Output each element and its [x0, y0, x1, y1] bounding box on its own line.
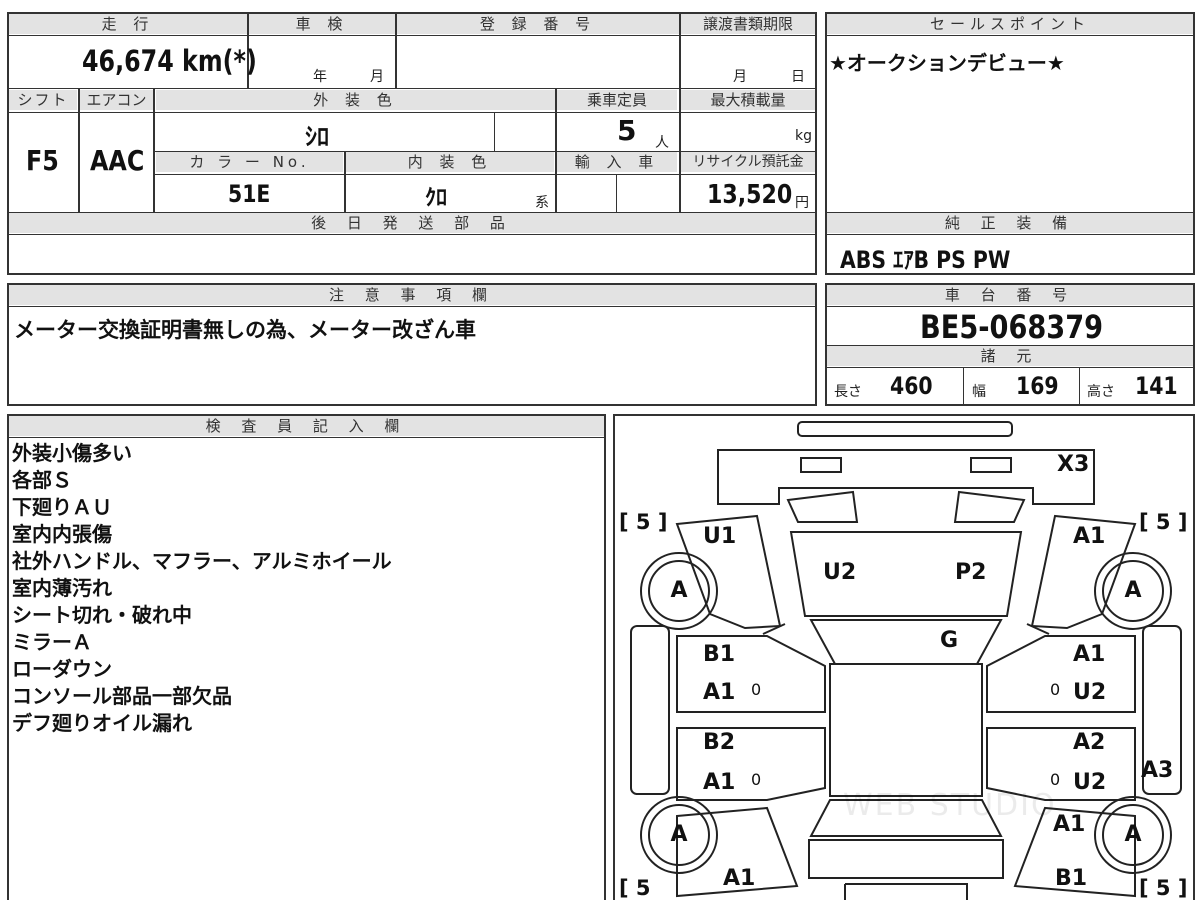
- mark-right-front-door-a: A1: [1073, 642, 1106, 667]
- inspector-line: 室内内張傷: [12, 522, 112, 546]
- transfer-day-unit: 日: [791, 69, 805, 85]
- inspection-header: 車 検: [249, 14, 395, 34]
- tire-rear-right-inner: A: [1102, 804, 1164, 866]
- mark-right-rear-door-a: A2: [1073, 730, 1106, 755]
- transfer-month-unit: 月: [733, 69, 747, 85]
- mark-left-rear-door-b: A1: [703, 770, 736, 795]
- height-value: 141: [1135, 372, 1178, 400]
- tread-depth-rear-left: [ 5: [619, 876, 651, 900]
- mark-left-front-door-0: 0: [751, 680, 762, 699]
- mark-windshield: G: [940, 628, 959, 653]
- capacity-unit: 人: [655, 135, 669, 151]
- mark-right-side-sill: A3: [1141, 758, 1174, 783]
- damage-diagram-box: A A A A [ 5 ] [ 5 ] [ 5 [ 5 ] X3 U1 U2 P…: [613, 414, 1195, 900]
- mark-left-front-door-b: A1: [703, 680, 736, 705]
- inspector-line: 下廻りＡＵ: [12, 495, 112, 519]
- mark-left-front-fender: U1: [703, 524, 737, 549]
- mark-right-front-fender: A1: [1073, 524, 1106, 549]
- shift-header: シフト: [9, 90, 77, 110]
- tire-front-right-inner: A: [1102, 560, 1164, 622]
- chassis-header: 車 台 番 号: [827, 285, 1193, 305]
- tire-rear-left-inner: A: [648, 804, 710, 866]
- max-load-header: 最大積載量: [681, 90, 815, 110]
- registration-header: 登 録 番 号: [397, 14, 679, 34]
- inspector-notes: 外装小傷多い 各部Ｓ 下廻りＡＵ 室内内張傷 社外ハンドル、マフラー、アルミホイ…: [12, 440, 392, 737]
- tread-depth-front-left: [ 5 ]: [619, 510, 668, 534]
- capacity-header: 乗車定員: [557, 90, 677, 110]
- inspection-month-unit: 月: [370, 69, 384, 85]
- watermark-text: WEB STUDIO: [843, 788, 1057, 823]
- mark-right-front-door-0: 0: [1050, 680, 1061, 699]
- equipment-value: ABS ｴｱB PS PW: [840, 246, 1011, 274]
- transfer-deadline-header: 譲渡書類期限: [681, 14, 815, 34]
- later-parts-header: 後 日 発 送 部 品: [9, 213, 815, 233]
- inspector-line: 外装小傷多い: [12, 441, 132, 465]
- shift-value: F5: [26, 144, 59, 177]
- length-label: 長さ: [834, 384, 862, 400]
- exterior-color-value: ｼﾛ: [305, 123, 329, 151]
- mark-right-rear-bottom: B1: [1055, 866, 1088, 891]
- inspector-line: デフ廻りオイル漏れ: [12, 711, 192, 735]
- mark-bumper-front: X3: [1057, 452, 1090, 477]
- mileage-header: 走 行: [9, 14, 247, 34]
- color-no-value: 51E: [228, 180, 271, 208]
- mark-hood-left: U2: [823, 560, 857, 585]
- spec-header: 諸 元: [827, 346, 1193, 366]
- mileage-value: 46,674 km(*): [82, 44, 257, 78]
- exterior-color-header: 外 装 色: [156, 90, 555, 110]
- tire-front-left-inner: A: [648, 560, 710, 622]
- recycle-unit: 円: [795, 195, 809, 211]
- interior-color-suffix: 系: [535, 195, 549, 211]
- width-value: 169: [1016, 372, 1059, 400]
- mark-right-rear-door-0: 0: [1050, 770, 1061, 789]
- mark-right-quarter: A1: [1053, 812, 1086, 837]
- aircon-value: AAC: [90, 144, 145, 177]
- import-header: 輸 入 車: [557, 152, 677, 172]
- sales-point-text: ★オークションデビュー★: [829, 51, 1065, 75]
- tread-depth-rear-right: [ 5 ]: [1139, 876, 1188, 900]
- interior-color-header: 内 装 色: [346, 152, 554, 172]
- mark-left-front-door-a: B1: [703, 642, 736, 667]
- sales-point-header: セールスポイント: [827, 14, 1193, 34]
- inspector-line: 各部Ｓ: [12, 468, 72, 492]
- notes-header: 注 意 事 項 欄: [9, 285, 815, 305]
- capacity-value: 5: [617, 114, 637, 147]
- length-value: 460: [890, 372, 933, 400]
- height-label: 高さ: [1087, 384, 1115, 400]
- color-no-header: カ ラ ー No.: [156, 152, 343, 172]
- inspection-year-unit: 年: [313, 69, 327, 85]
- chassis-number: BE5-068379: [920, 308, 1104, 346]
- inspector-line: 社外ハンドル、マフラー、アルミホイール: [12, 549, 392, 573]
- mark-left-rear-door-0: 0: [751, 770, 762, 789]
- aircon-header: エアコン: [80, 90, 153, 110]
- inspector-line: コンソール部品一部欠品: [12, 684, 232, 708]
- recycle-header: リサイクル預託金: [681, 152, 815, 172]
- tread-depth-front-right: [ 5 ]: [1139, 510, 1188, 534]
- interior-color-value: ｸﾛ: [425, 186, 448, 211]
- equipment-header: 純 正 装 備: [827, 213, 1193, 233]
- mark-left-rear-bottom: A1: [723, 866, 756, 891]
- mark-left-rear-door-a: B2: [703, 730, 736, 755]
- max-load-unit: kg: [795, 128, 812, 144]
- inspector-line: ミラーＡ: [12, 630, 92, 654]
- width-label: 幅: [972, 384, 986, 400]
- inspector-line: 室内薄汚れ: [12, 576, 112, 600]
- notes-text: メーター交換証明書無しの為、メーター改ざん車: [14, 318, 476, 342]
- inspector-line: シート切れ・破れ中: [12, 603, 192, 627]
- mark-right-front-door-b: U2: [1073, 680, 1107, 705]
- mark-right-rear-door-b: U2: [1073, 770, 1107, 795]
- inspector-header: 検 査 員 記 入 欄: [9, 416, 604, 436]
- recycle-value: 13,520: [707, 180, 793, 210]
- mark-hood-right: P2: [955, 560, 987, 585]
- inspector-line: ローダウン: [12, 657, 112, 681]
